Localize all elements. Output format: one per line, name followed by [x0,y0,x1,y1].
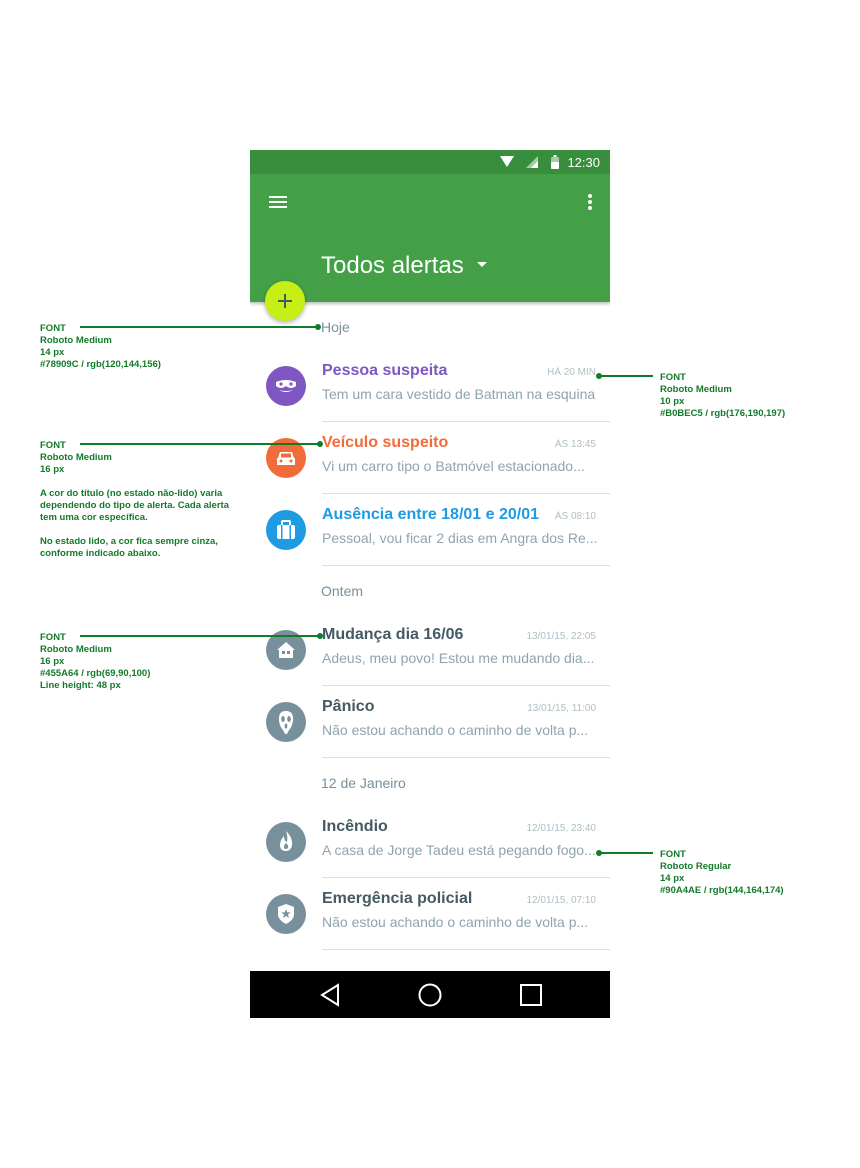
menu-icon[interactable] [266,190,290,214]
more-options-icon[interactable] [586,190,594,214]
signal-icon [526,156,538,168]
alert-time: 13/01/15, 22:05 [526,631,596,642]
annotation-leader [80,443,320,445]
annotation-dot [317,633,323,639]
annotation-leader [80,635,320,637]
font-annotation-preview: FONT Roboto Regular 14 px #90A4AE / rgb(… [660,849,784,896]
annotation-dot [315,324,321,330]
alert-title: Mudança dia 16/06 [322,626,464,643]
status-time: 12:30 [567,155,600,170]
alert-time: 13/01/15, 11:00 [527,703,596,714]
alert-time: HÁ 20 MIN [547,367,596,378]
alert-title: Veículo suspeito [322,434,449,451]
divider [322,949,610,950]
mask-icon [266,366,306,406]
list-item[interactable]: Pessoa suspeita HÁ 20 MIN Tem um cara ve… [250,350,610,422]
list-item[interactable]: Veículo suspeito ÀS 13:45 Vi um carro ti… [250,422,610,494]
back-icon[interactable] [317,981,345,1009]
annotation-leader [599,375,653,377]
status-bar: 12:30 [250,150,610,174]
list-item[interactable]: Pânico 13/01/15, 11:00 Não estou achando… [250,686,610,758]
alert-preview: Pessoal, vou ficar 2 dias em Angra dos R… [322,530,597,546]
list-item[interactable]: Mudança dia 16/06 13/01/15, 22:05 Adeus,… [250,614,610,686]
phone-screen: 12:30 Todos alertas Hoje Pessoa suspeita… [250,150,610,1018]
add-alert-button[interactable] [265,281,305,321]
plus-icon [278,294,292,308]
divider [322,757,610,758]
alert-title: Ausência entre 18/01 e 20/01 [322,506,540,523]
alert-preview: Não estou achando o caminho de volta p..… [322,722,589,738]
annotation-leader [80,326,318,328]
font-annotation-section-header: FONT Roboto Medium 14 px #78909C / rgb(1… [40,323,161,370]
alert-time: 12/01/15, 07:10 [526,895,596,906]
fire-icon [266,822,306,862]
section-header: 12 de Janeiro [321,775,406,791]
wifi-icon [500,156,514,167]
alert-preview: Adeus, meu povo! Estou me mudando dia... [322,650,595,666]
alert-title: Pânico [322,698,375,715]
alert-preview: Não estou achando o caminho de volta p..… [322,914,589,930]
divider [322,565,610,566]
scream-mask-icon [266,702,306,742]
annotation-leader [599,852,653,854]
alert-time: 12/01/15, 23:40 [526,823,596,834]
alert-time: ÀS 08:10 [554,511,596,522]
arrow-drop-down-icon [477,262,487,267]
alert-title: Incêndio [322,818,388,835]
font-annotation-time: FONT Roboto Medium 10 px #B0BEC5 / rgb(1… [660,372,786,419]
annotation-dot [317,441,323,447]
section-header: Hoje [321,319,350,335]
recents-icon[interactable] [517,981,545,1009]
font-annotation-unread-title: FONT Roboto Medium 16 px A cor do título… [40,440,229,559]
navigation-bar [250,971,610,1018]
list-item[interactable]: Emergência policial 12/01/15, 07:10 Não … [250,878,610,950]
list-item[interactable]: Ausência entre 18/01 e 20/01 ÀS 08:10 Pe… [250,494,610,566]
alert-preview: Vi um carro tipo o Batmóvel estacionado.… [322,458,585,474]
alert-title: Pessoa suspeita [322,362,448,379]
alert-time: ÀS 13:45 [554,439,596,450]
alert-title: Emergência policial [322,890,473,907]
section-header: Ontem [321,583,364,599]
suitcase-icon [266,510,306,550]
list-item[interactable]: Incêndio 12/01/15, 23:40 A casa de Jorge… [250,806,610,878]
alert-preview: A casa de Jorge Tadeu está pegando fogo.… [322,842,596,858]
font-annotation-read-title: FONT Roboto Medium 16 px #455A64 / rgb(6… [40,632,151,691]
police-badge-icon [266,894,306,934]
battery-icon [551,155,559,169]
home-icon[interactable] [416,981,444,1009]
page-title: Todos alertas [321,252,464,279]
alert-preview: Tem um cara vestido de Batman na esquina [322,386,596,402]
